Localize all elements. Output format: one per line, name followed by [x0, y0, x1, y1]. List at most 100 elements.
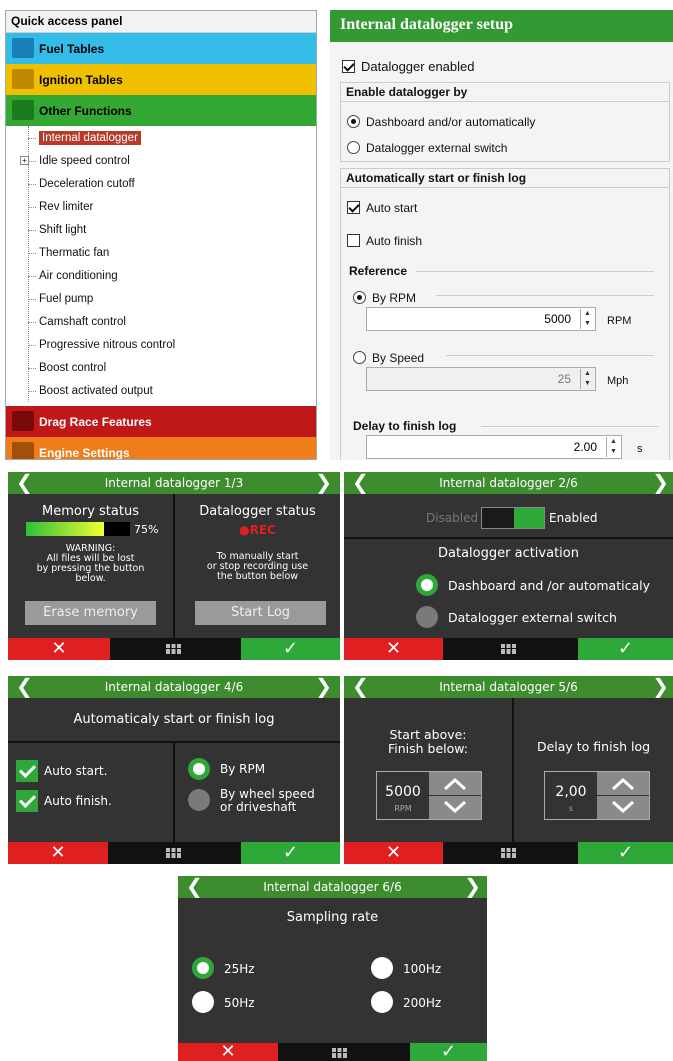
by-speed-label[interactable]: By wheel speed or driveshaft	[220, 788, 315, 814]
next-arrow-icon[interactable]: ❯	[652, 676, 669, 696]
category-fuel-tables[interactable]: Fuel Tables	[6, 33, 316, 64]
enable-toggle[interactable]	[481, 507, 545, 529]
prev-arrow-icon[interactable]: ❮	[352, 676, 369, 696]
screen-footer: ✕ ✓	[8, 842, 340, 864]
chevron-down-icon[interactable]	[597, 796, 649, 819]
menu-grid-icon[interactable]	[332, 1048, 347, 1058]
chevron-down-icon[interactable]	[429, 796, 481, 819]
spinner-icon[interactable]: ▲ ▼	[580, 309, 594, 329]
screen-footer: ✕ ✓	[344, 842, 673, 864]
by-speed-radio[interactable]: By Speed	[353, 347, 424, 366]
check-icon	[347, 201, 360, 214]
category-label: Fuel Tables	[39, 41, 105, 56]
speed-value: 25	[557, 372, 571, 386]
rate-100hz[interactable]: 100Hz	[403, 962, 441, 976]
screen-datalogger-2: ❮ Internal datalogger 2/6 ❯ Disabled Ena…	[344, 472, 673, 660]
rate-25hz[interactable]: 25Hz	[224, 962, 255, 976]
radio-icon[interactable]	[371, 957, 393, 979]
confirm-icon[interactable]: ✓	[241, 842, 340, 864]
auto-finish-checkbox[interactable]: Auto finish	[347, 230, 422, 249]
auto-start-checkbox[interactable]: Auto start	[347, 197, 417, 216]
by-rpm-radio[interactable]: By RPM	[353, 287, 416, 306]
spinner-icon[interactable]: ▲ ▼	[580, 369, 594, 389]
rpm-input[interactable]: 5000 ▲ ▼	[366, 307, 596, 331]
delay-input[interactable]: 2.00 ▲ ▼	[366, 435, 622, 459]
option-external-switch[interactable]: Datalogger external switch	[448, 610, 617, 625]
next-arrow-icon[interactable]: ❯	[315, 472, 332, 492]
tree-item-thermatic-fan[interactable]: Thermatic fan	[28, 242, 109, 264]
radio-selected-icon[interactable]	[188, 758, 210, 780]
tree-item-camshaft-control[interactable]: Camshaft control	[28, 311, 126, 333]
rate-50hz[interactable]: 50Hz	[224, 996, 255, 1010]
option-dashboard[interactable]: Dashboard and /or automaticaly	[448, 578, 650, 593]
confirm-icon[interactable]: ✓	[578, 638, 673, 660]
auto-finish-label[interactable]: Auto finish.	[44, 794, 112, 808]
delay-unit: s	[637, 443, 643, 455]
cancel-icon[interactable]: ✕	[8, 842, 108, 864]
prev-arrow-icon[interactable]: ❮	[352, 472, 369, 492]
radio-selected-icon[interactable]	[192, 957, 214, 979]
chevron-up-icon[interactable]	[429, 772, 481, 795]
prev-arrow-icon[interactable]: ❮	[186, 876, 203, 896]
rpm-stepper[interactable]: 5000 RPM	[376, 771, 482, 820]
confirm-icon[interactable]: ✓	[241, 638, 340, 660]
drag-race-icon	[12, 411, 34, 431]
tree-item-air-conditioning[interactable]: Air conditioning	[28, 265, 118, 287]
tree-item-boost-control[interactable]: Boost control	[28, 357, 106, 379]
speed-unit: Mph	[607, 375, 629, 387]
quick-access-title: Quick access panel	[6, 11, 316, 33]
rate-200hz[interactable]: 200Hz	[403, 996, 441, 1010]
cancel-icon[interactable]: ✕	[344, 638, 443, 660]
delay-label: Delay to finish log	[353, 419, 457, 433]
start-log-button[interactable]: Start Log	[195, 601, 326, 625]
speed-input[interactable]: 25 ▲ ▼	[366, 367, 596, 391]
radio-dashboard[interactable]: Dashboard and/or automatically	[347, 111, 535, 130]
radio-icon[interactable]	[192, 991, 214, 1013]
cancel-icon[interactable]: ✕	[178, 1043, 278, 1061]
confirm-icon[interactable]: ✓	[410, 1043, 487, 1061]
next-arrow-icon[interactable]: ❯	[315, 676, 332, 696]
radio-icon[interactable]	[188, 789, 210, 811]
tree-item-boost-activated-output[interactable]: Boost activated output	[28, 380, 153, 402]
cancel-icon[interactable]: ✕	[8, 638, 110, 660]
prev-arrow-icon[interactable]: ❮	[16, 676, 33, 696]
tree-item-internal-datalogger[interactable]: Internal datalogger	[28, 127, 141, 149]
radio-selected-icon[interactable]	[416, 574, 438, 596]
by-rpm-label[interactable]: By RPM	[220, 762, 265, 776]
spinner-icon[interactable]: ▲ ▼	[606, 437, 620, 457]
check-icon[interactable]	[16, 790, 38, 812]
prev-arrow-icon[interactable]: ❮	[16, 472, 33, 492]
radio-icon[interactable]	[416, 606, 438, 628]
category-other-functions[interactable]: Other Functions	[6, 95, 316, 126]
delay-unit: s	[568, 804, 574, 813]
radio-icon[interactable]	[371, 991, 393, 1013]
auto-start-group: Automatically start or finish log Auto s…	[340, 168, 670, 460]
check-icon[interactable]	[16, 760, 38, 782]
erase-memory-button[interactable]: Erase memory	[25, 601, 156, 625]
tree-item-fuel-pump[interactable]: Fuel pump	[28, 288, 93, 310]
datalogger-enabled-checkbox[interactable]: Datalogger enabled	[342, 56, 474, 75]
desktop-software-panel: Quick access panel Fuel Tables Ignition …	[0, 0, 673, 460]
cancel-icon[interactable]: ✕	[344, 842, 443, 864]
tree-item-rev-limiter[interactable]: Rev limiter	[28, 196, 93, 218]
screen-datalogger-4: ❮ Internal datalogger 4/6 ❯ Automaticaly…	[8, 676, 340, 864]
menu-grid-icon[interactable]	[166, 848, 181, 858]
category-engine-settings[interactable]: Engine Settings	[6, 437, 316, 460]
radio-external-switch[interactable]: Datalogger external switch	[347, 137, 507, 156]
delay-stepper[interactable]: 2,00 s	[544, 771, 650, 820]
menu-grid-icon[interactable]	[166, 644, 181, 654]
tree-item-idle-speed-control[interactable]: Idle speed control	[28, 150, 130, 172]
tree-item-deceleration-cutoff[interactable]: Deceleration cutoff	[28, 173, 135, 195]
category-label: Engine Settings	[39, 445, 130, 460]
tree-item-progressive-nitrous[interactable]: Progressive nitrous control	[28, 334, 175, 356]
next-arrow-icon[interactable]: ❯	[652, 472, 669, 492]
menu-grid-icon[interactable]	[501, 848, 516, 858]
confirm-icon[interactable]: ✓	[578, 842, 673, 864]
next-arrow-icon[interactable]: ❯	[464, 876, 481, 896]
tree-item-shift-light[interactable]: Shift light	[28, 219, 86, 241]
menu-grid-icon[interactable]	[501, 644, 516, 654]
category-drag-race[interactable]: Drag Race Features	[6, 406, 316, 437]
chevron-up-icon[interactable]	[597, 772, 649, 795]
category-ignition-tables[interactable]: Ignition Tables	[6, 64, 316, 95]
auto-start-label[interactable]: Auto start.	[44, 764, 107, 778]
